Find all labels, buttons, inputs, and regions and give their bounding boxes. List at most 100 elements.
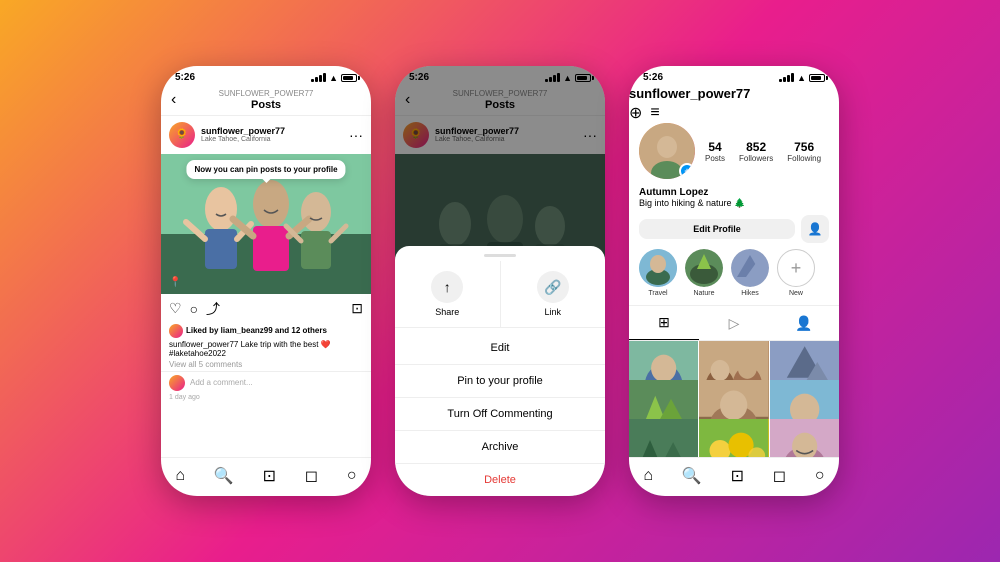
stats-row-3: 54 Posts 852 Followers 756 Following [705, 140, 821, 163]
caption-1: sunflower_power77 Lake trip with the bes… [161, 340, 371, 360]
share-label-2: Share [435, 307, 459, 317]
profile-avatar-3: + [639, 123, 695, 179]
phone-3: 5:26 ▲ sunflower_power77 ⊕ ≡ [629, 66, 839, 496]
search-nav-3[interactable]: 🔍 [682, 466, 702, 486]
highlight-nature-3[interactable]: Nature [685, 249, 723, 297]
likes-text-1: Liked by liam_beanz99 and 12 others [186, 326, 327, 335]
profile-info-3: + 54 Posts 852 Followers 756 Following [629, 123, 839, 187]
back-button-1[interactable]: ‹ [171, 91, 176, 109]
status-time-1: 5:26 [175, 72, 195, 83]
bio-section-3: Autumn Lopez Big into hiking & nature 🌲 [629, 187, 839, 215]
share-button-1[interactable]: ⤴ [206, 299, 220, 319]
profile-tabs-3: ⊞ ▷ 👤 [629, 305, 839, 341]
menu-button-3[interactable]: ≡ [650, 104, 659, 122]
post-user-info-1: sunflower_power77 Lake Tahoe, California [201, 126, 343, 143]
battery-icon-1 [341, 74, 357, 82]
highlight-hikes-3[interactable]: Hikes [731, 249, 769, 297]
following-count-3: 756 [787, 140, 821, 154]
pin-tooltip-1: Now you can pin posts to your profile [186, 160, 345, 179]
tab-tagged-3[interactable]: 👤 [769, 306, 839, 340]
bookmark-button-1[interactable]: ⊡ [351, 300, 363, 317]
commenter-avatar-1 [169, 375, 185, 391]
post-header-1: 🌻 sunflower_power77 Lake Tahoe, Californ… [161, 116, 371, 154]
grid-photo-8[interactable] [699, 419, 768, 457]
menu-handle-2 [484, 254, 516, 257]
commenting-menu-item-2[interactable]: Turn Off Commenting [395, 398, 605, 431]
highlight-circle-travel-3 [639, 249, 677, 287]
post-actions-1: ♡ ○ ⤴ ⊡ [161, 294, 371, 324]
profile-nav-3[interactable]: ○ [815, 467, 825, 485]
pin-menu-item-2[interactable]: Pin to your profile [395, 365, 605, 398]
highlight-label-nature-3: Nature [693, 290, 714, 297]
delete-menu-item-2[interactable]: Delete [395, 464, 605, 496]
highlight-new-3[interactable]: + New [777, 249, 815, 297]
phone-1: 5:26 ▲ ‹ SUNFLOWER_POWER77 Posts 🌻 sunfl… [161, 66, 371, 496]
post-username-1: sunflower_power77 [201, 126, 343, 136]
more-options-1[interactable]: ··· [349, 127, 363, 143]
comment-button-1[interactable]: ○ [190, 301, 198, 317]
edit-menu-item-2[interactable]: Edit [395, 332, 605, 365]
location-pin-1: 📍 [169, 277, 181, 288]
search-nav-1[interactable]: 🔍 [214, 466, 234, 486]
header-center-1: SUNFLOWER_POWER77 Posts [219, 89, 314, 111]
header-username-1: SUNFLOWER_POWER77 [219, 89, 314, 99]
grid-photo-9[interactable] [770, 419, 839, 457]
tab-grid-3[interactable]: ⊞ [629, 306, 699, 340]
highlight-circle-hikes-3 [731, 249, 769, 287]
shop-nav-3[interactable]: ◻ [773, 466, 786, 486]
grid-icon-3: ⊞ [658, 314, 670, 331]
liker-avatar-1 [169, 324, 183, 338]
followers-stat-3[interactable]: 852 Followers [739, 140, 773, 163]
archive-menu-item-2[interactable]: Archive [395, 431, 605, 464]
signal-icon-3 [779, 73, 794, 82]
add-post-button-3[interactable]: ⊕ [629, 103, 642, 123]
phone-2: 5:26 ▲ ‹ SUNFLOWER_POWER77 Posts 🌻 sunfl… [395, 66, 605, 496]
link-button-2[interactable]: 🔗 Link [501, 261, 606, 327]
posts-stat-3: 54 Posts [705, 140, 725, 163]
reels-nav-3[interactable]: ⊡ [731, 466, 744, 486]
profile-header-3: sunflower_power77 ⊕ ≡ [629, 85, 839, 123]
post-area-1: 🌻 sunflower_power77 Lake Tahoe, Californ… [161, 116, 371, 457]
shop-nav-1[interactable]: ◻ [305, 466, 318, 486]
posts-label-3: Posts [705, 154, 725, 163]
share-button-2[interactable]: ↑ Share [395, 261, 501, 327]
bio-text-3: Big into hiking & nature 🌲 [639, 198, 829, 209]
edit-profile-button-3[interactable]: Edit Profile [639, 219, 795, 239]
share-icon-2: ↑ [431, 271, 463, 303]
likes-row-1: Liked by liam_beanz99 and 12 others [161, 324, 371, 340]
status-bar-3: 5:26 ▲ [629, 66, 839, 85]
reels-nav-1[interactable]: ⊡ [263, 466, 276, 486]
highlight-circle-nature-3 [685, 249, 723, 287]
timestamp-1: 1 day ago [161, 394, 371, 405]
highlights-row-3: Travel Nature Hikes + New [629, 249, 839, 305]
wifi-icon-1: ▲ [329, 73, 338, 83]
add-person-button-3[interactable]: 👤 [801, 215, 829, 243]
app-header-1: ‹ SUNFLOWER_POWER77 Posts [161, 85, 371, 116]
grid-photo-7[interactable] [629, 419, 698, 457]
highlight-label-new-3: New [789, 290, 803, 297]
profile-username-3: sunflower_power77 [629, 86, 750, 101]
tab-reels-3[interactable]: ▷ [699, 306, 769, 340]
highlight-circle-new-3: + [777, 249, 815, 287]
like-button-1[interactable]: ♡ [169, 300, 182, 317]
wifi-icon-3: ▲ [797, 73, 806, 83]
bio-name-3: Autumn Lopez [639, 187, 829, 198]
avatar-add-button-3[interactable]: + [679, 163, 695, 179]
link-label-2: Link [544, 307, 561, 317]
view-comments-1[interactable]: View all 5 comments [161, 360, 371, 371]
following-label-3: Following [787, 154, 821, 163]
status-bar-1: 5:26 ▲ [161, 66, 371, 85]
post-location-1: Lake Tahoe, California [201, 136, 343, 143]
add-person-icon-3: 👤 [808, 222, 823, 236]
share-link-row-2: ↑ Share 🔗 Link [395, 261, 605, 328]
home-nav-3[interactable]: ⌂ [643, 467, 653, 485]
status-icons-3: ▲ [779, 73, 825, 83]
followers-label-3: Followers [739, 154, 773, 163]
following-stat-3[interactable]: 756 Following [787, 140, 821, 163]
add-comment-row-1: Add a comment... [161, 371, 371, 394]
highlight-travel-3[interactable]: Travel [639, 249, 677, 297]
home-nav-1[interactable]: ⌂ [175, 467, 185, 485]
add-comment-placeholder-1[interactable]: Add a comment... [190, 378, 253, 387]
profile-header-icons-3: ⊕ ≡ [629, 103, 839, 123]
profile-nav-1[interactable]: ○ [347, 467, 357, 485]
